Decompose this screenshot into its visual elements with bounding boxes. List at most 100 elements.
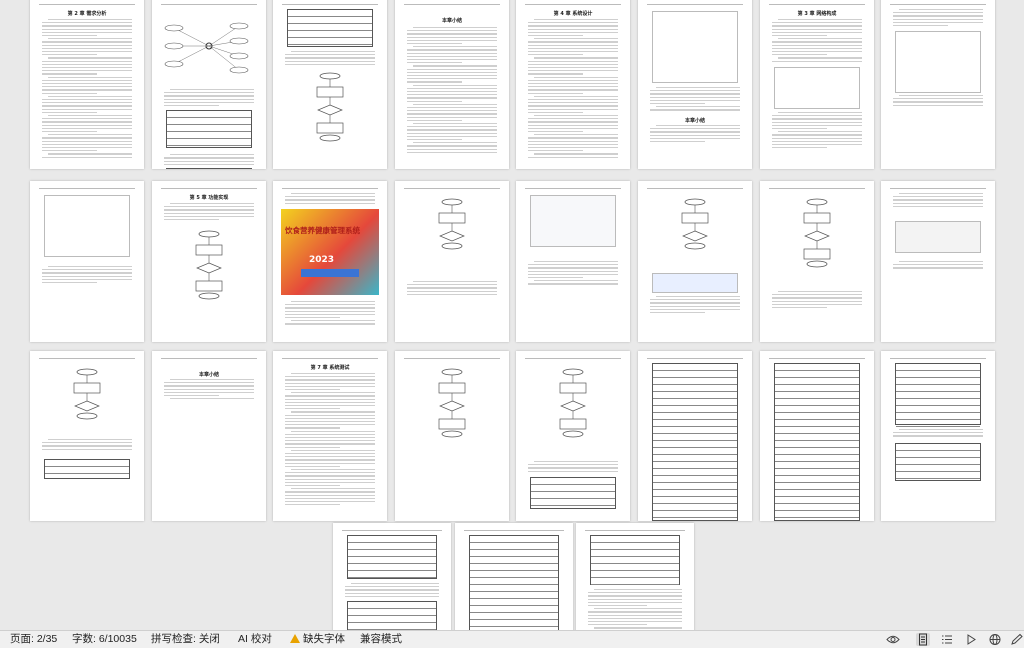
table-row <box>653 462 737 469</box>
text-line <box>772 115 862 117</box>
text-line <box>291 449 375 452</box>
table-row <box>775 497 859 504</box>
text-line <box>285 437 375 439</box>
text-line <box>588 617 682 620</box>
page-thumbnail[interactable] <box>395 181 509 342</box>
page-thumbnail[interactable] <box>516 351 630 521</box>
text-line <box>164 105 219 107</box>
table-row <box>653 413 737 420</box>
text-line <box>285 63 375 66</box>
text-line <box>407 139 462 141</box>
page-thumbnail[interactable] <box>273 0 387 169</box>
text-line <box>285 459 375 461</box>
page-thumbnail[interactable]: 第 2 章 需求分析 <box>30 0 144 169</box>
text-line <box>345 592 439 594</box>
page-thumbnail[interactable]: 第 5 章 功能实现 <box>152 181 266 342</box>
table-row <box>775 483 859 490</box>
page-thumbnail[interactable] <box>881 0 995 169</box>
page-thumbnail[interactable] <box>455 523 573 630</box>
table-row <box>470 550 558 557</box>
page-thumbnail[interactable] <box>30 351 144 521</box>
page-thumbnail[interactable] <box>576 523 694 630</box>
text-line <box>164 209 254 211</box>
text-line <box>772 144 862 146</box>
text-line <box>285 440 375 442</box>
table <box>347 535 437 579</box>
page-thumbnail[interactable] <box>152 0 266 169</box>
text-line <box>407 33 497 35</box>
text-line <box>778 291 862 293</box>
page-thumbnail[interactable] <box>881 181 995 342</box>
text-line <box>528 150 583 152</box>
text-line <box>285 456 375 458</box>
text-line <box>407 290 497 292</box>
table-row <box>470 585 558 592</box>
web-view-icon[interactable] <box>988 633 1002 646</box>
page-thumbnail[interactable]: 第 3 章 网络构成 <box>760 0 874 169</box>
ai-proofread[interactable]: AI 校对 <box>238 633 272 646</box>
text-line <box>778 112 862 114</box>
text-line <box>42 278 132 281</box>
table-row <box>348 623 436 630</box>
text-line <box>407 43 462 45</box>
text-line <box>772 134 862 136</box>
page-thumbnail[interactable]: 本章小结 <box>395 0 509 169</box>
page-thumbnail[interactable]: 第 4 章 系统设计 <box>516 0 630 169</box>
word-count[interactable]: 字数: 6/10035 <box>72 633 137 646</box>
text-line <box>528 470 618 472</box>
missing-font-indicator[interactable]: 缺失字体 <box>290 633 345 646</box>
page-thumbnail[interactable]: 第 7 章 系统测试 <box>273 351 387 521</box>
text-line <box>650 96 740 98</box>
text-line <box>285 317 340 319</box>
eye-icon[interactable] <box>886 633 900 646</box>
text-line <box>285 379 375 381</box>
text-line <box>164 206 254 208</box>
text-line <box>164 95 254 97</box>
page-thumbnail[interactable] <box>395 351 509 521</box>
text-line <box>407 30 497 32</box>
page-thumbnail[interactable] <box>516 181 630 342</box>
table-row <box>348 536 436 543</box>
text-line <box>42 25 132 27</box>
text-line <box>528 273 618 276</box>
text-line <box>407 39 497 42</box>
table-row <box>896 406 980 413</box>
page-thumbnail[interactable]: 本章小结 <box>152 351 266 521</box>
screenshot-figure <box>530 195 616 247</box>
page-thumbnail[interactable] <box>333 523 451 630</box>
document-canvas[interactable]: 第 2 章 需求分析 本章小结 第 4 章 系统设计 本章小结 第 3 章 网络构成第 … <box>0 0 1024 630</box>
text-line <box>650 128 740 130</box>
text-line <box>772 35 827 37</box>
page-thumbnail[interactable] <box>30 181 144 342</box>
text-line <box>772 22 862 24</box>
page-thumbnail[interactable] <box>638 181 752 342</box>
text-line <box>407 129 497 131</box>
text-line <box>534 280 618 282</box>
page-thumbnail[interactable]: 饮食营养健康管理系统 2023 <box>273 181 387 342</box>
page-thumbnail[interactable] <box>638 351 752 521</box>
page-view-icon[interactable] <box>916 633 930 646</box>
page-indicator[interactable]: 页面: 2/35 <box>10 633 57 646</box>
spell-check-status[interactable]: 拼写检查: 关闭 <box>151 633 220 646</box>
text-line <box>413 281 497 283</box>
page-thumbnail[interactable]: 本章小结 <box>638 0 752 169</box>
page-thumbnail[interactable] <box>760 351 874 521</box>
page-thumbnail[interactable] <box>760 181 874 342</box>
text-line <box>534 153 618 155</box>
outline-view-icon[interactable] <box>940 633 954 646</box>
table-row <box>653 476 737 483</box>
page-thumbnail[interactable] <box>881 351 995 521</box>
play-icon[interactable] <box>964 633 978 646</box>
table <box>895 363 981 427</box>
text-line <box>407 135 497 138</box>
pen-icon[interactable] <box>1010 633 1024 646</box>
text-line <box>285 376 375 378</box>
text-line <box>534 38 618 40</box>
text-line <box>407 36 497 38</box>
text-line <box>650 99 740 102</box>
text-line <box>407 87 497 90</box>
flowchart-figure <box>681 198 709 250</box>
table-row <box>470 620 558 627</box>
page-header-rule <box>647 358 743 359</box>
text-line <box>534 115 618 117</box>
